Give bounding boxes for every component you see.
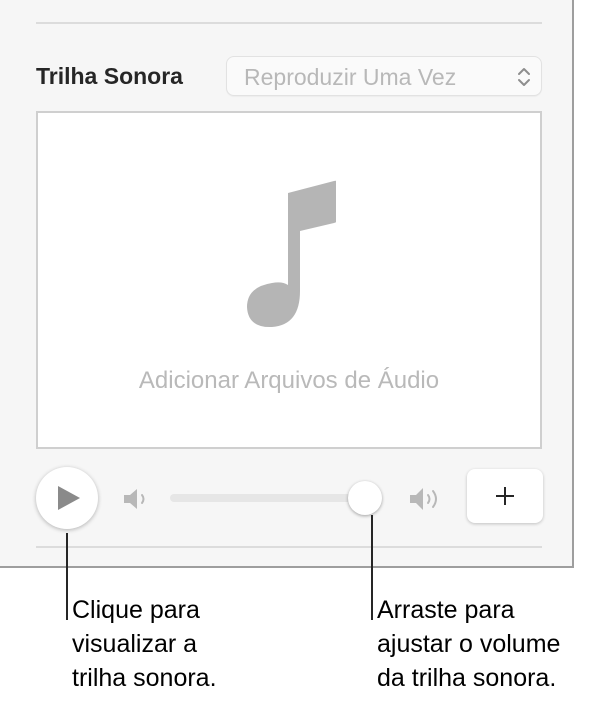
music-note-icon bbox=[247, 180, 336, 328]
callout-line-text: Clique para bbox=[72, 596, 200, 624]
volume-callout-text: Arraste para ajustar o volume da trilha … bbox=[377, 593, 560, 695]
audio-dropzone[interactable]: Adicionar Arquivos de Áudio bbox=[36, 111, 542, 449]
speaker-low-icon bbox=[124, 489, 145, 509]
playback-mode-select[interactable]: Reproduzir Uma Vez bbox=[226, 56, 542, 96]
callout-line-text: da trilha sonora. bbox=[377, 664, 557, 692]
callout-line-text: trilha sonora. bbox=[72, 664, 217, 692]
volume-slider-thumb[interactable] bbox=[348, 481, 383, 515]
bottom-divider bbox=[36, 546, 542, 548]
callout-line-text: ajustar o volume bbox=[377, 630, 561, 658]
speaker-high-icon bbox=[410, 488, 437, 510]
play-icon bbox=[58, 486, 80, 510]
add-audio-button[interactable] bbox=[467, 469, 543, 523]
callout-line-text: Arraste para bbox=[377, 596, 515, 624]
callout-line-text: visualizar a bbox=[72, 630, 198, 658]
chevron-up-down-icon bbox=[518, 68, 530, 86]
dropzone-label: Adicionar Arquivos de Áudio bbox=[138, 367, 440, 394]
play-callout-line bbox=[66, 533, 68, 620]
playback-mode-value: Reproduzir Uma Vez bbox=[244, 64, 457, 90]
section-title: Trilha Sonora bbox=[36, 63, 183, 89]
top-divider bbox=[36, 22, 542, 24]
volume-callout-line bbox=[371, 515, 373, 620]
play-button[interactable] bbox=[36, 467, 98, 529]
play-callout-text: Clique para visualizar a trilha sonora. bbox=[72, 593, 217, 695]
soundtrack-panel: Trilha Sonora Reproduzir Uma Vez Adicion… bbox=[0, 0, 574, 568]
plus-icon bbox=[496, 487, 514, 505]
